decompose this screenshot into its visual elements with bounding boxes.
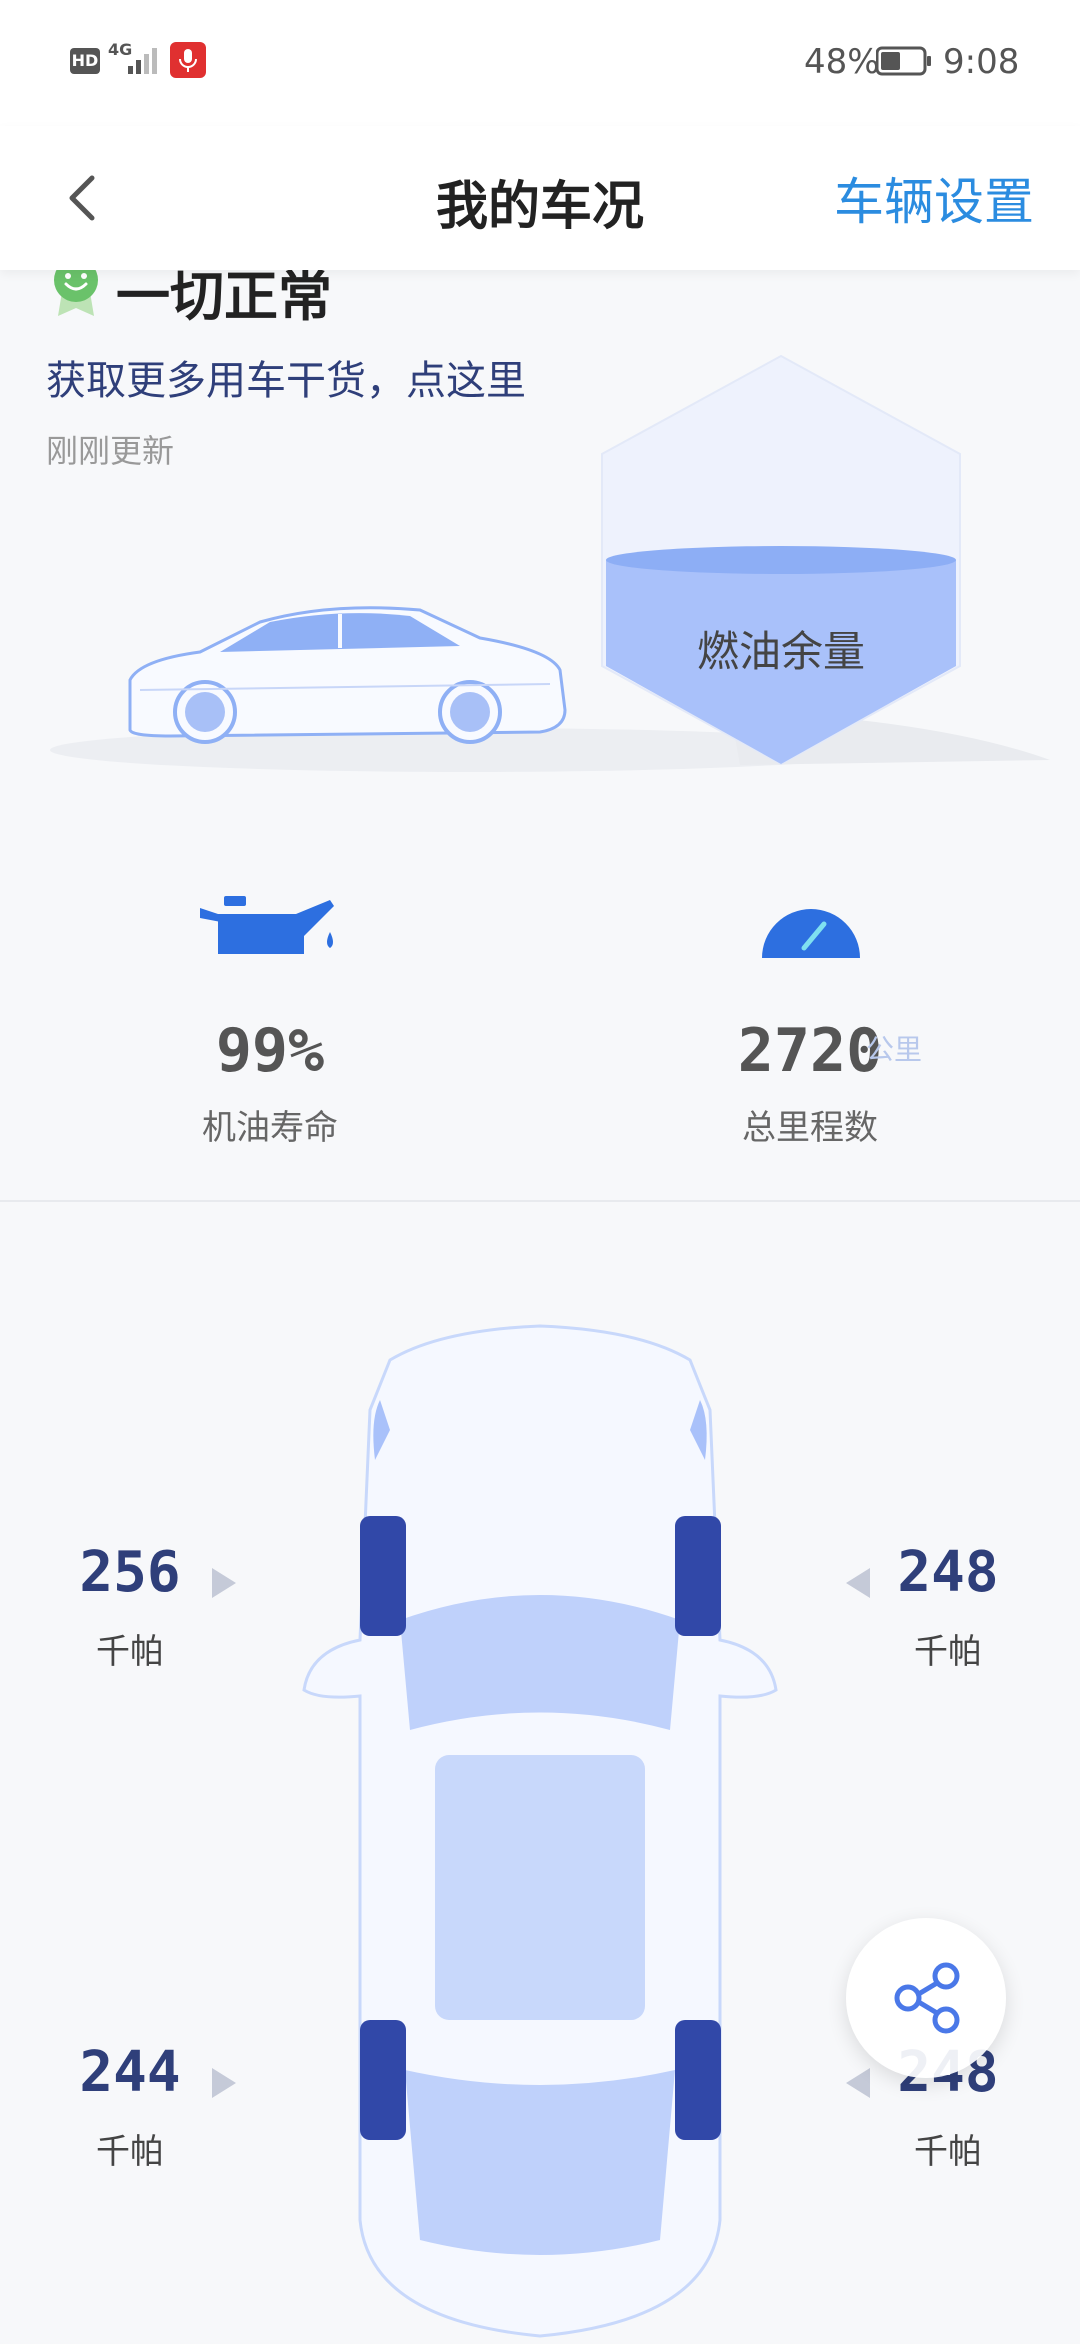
car-top-illustration	[300, 1320, 780, 2340]
fuel-gauge[interactable]	[596, 350, 966, 770]
tire-rear-left-unit: 千帕	[96, 2132, 164, 2172]
mileage-label: 总里程数	[742, 1108, 878, 1148]
fuel-label: 燃油余量	[696, 627, 865, 676]
status-bar: HD 4G 48% 9:08	[0, 0, 1080, 126]
hd-badge: HD	[70, 48, 100, 74]
updated-time: 刚刚更新	[46, 432, 175, 470]
oil-life-label: 机油寿命	[202, 1108, 338, 1148]
share-button[interactable]	[846, 1918, 1006, 2078]
arrow-left-icon	[844, 1566, 872, 1604]
divider	[0, 1200, 1080, 1202]
tire-front-left-unit: 千帕	[96, 1632, 164, 1672]
mileage-unit: 公里	[866, 1033, 923, 1066]
vehicle-settings-button[interactable]: 车辆设置	[834, 162, 1034, 234]
battery-percent: 48%	[804, 42, 880, 82]
share-icon	[894, 1962, 960, 2034]
oil-life-value: 99%	[215, 1016, 325, 1086]
tire-front-right-value: 248	[897, 1540, 999, 1605]
arrow-right-icon	[210, 1566, 238, 1604]
tire-front-left-value: 256	[79, 1540, 181, 1605]
speedometer-icon	[758, 892, 864, 962]
oil-can-icon	[196, 892, 344, 972]
nav-bar: 我的车况 车辆设置	[0, 126, 1080, 270]
battery-icon	[875, 46, 932, 76]
tire-rear-right-unit: 千帕	[914, 2132, 982, 2172]
tire-front-right-unit: 千帕	[914, 1632, 982, 1672]
signal-icon	[122, 44, 162, 76]
arrow-right-icon	[210, 2066, 238, 2104]
mic-icon	[170, 42, 206, 78]
clock: 9:08	[943, 42, 1020, 82]
tire-rear-left-value: 244	[79, 2040, 181, 2105]
tips-link[interactable]: 获取更多用车干货，点这里	[46, 348, 526, 406]
